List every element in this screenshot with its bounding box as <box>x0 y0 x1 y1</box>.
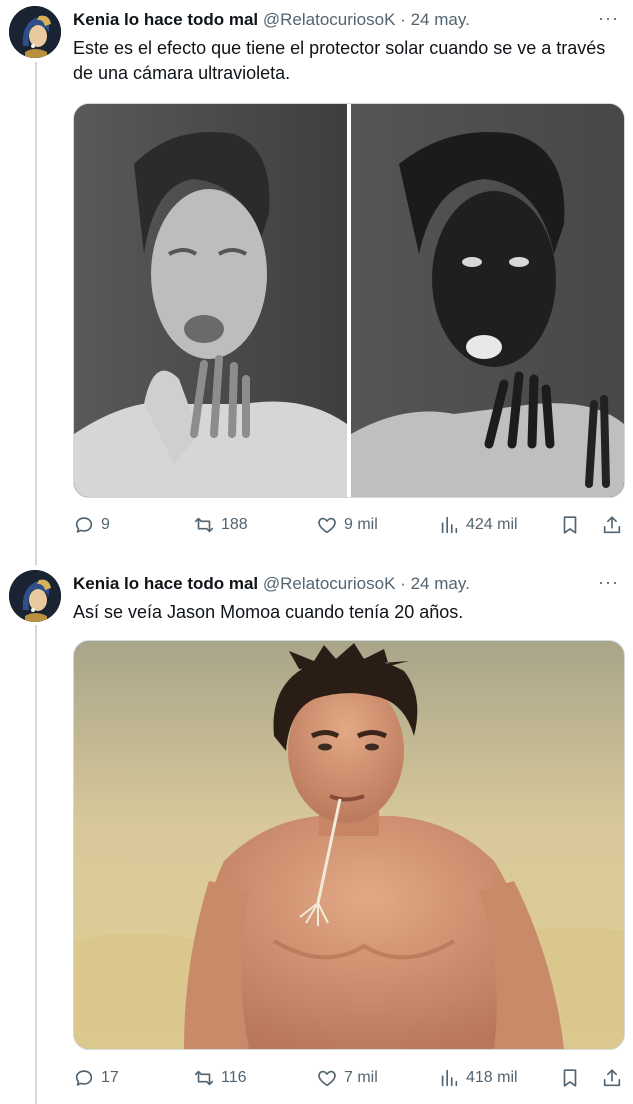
author-handle[interactable]: @RelatocuriosoK <box>263 574 396 593</box>
views-button[interactable]: 424 mil <box>438 514 518 536</box>
more-icon[interactable]: ··· <box>598 8 619 29</box>
bookmark-button[interactable] <box>559 514 581 536</box>
avatar[interactable] <box>9 6 61 58</box>
tweet-date[interactable]: 24 may. <box>411 10 470 29</box>
repost-count: 116 <box>221 1069 247 1086</box>
uv-comparison-image <box>74 104 624 497</box>
views-icon <box>441 1069 458 1087</box>
share-icon <box>603 1069 621 1087</box>
repost-count: 188 <box>221 516 248 533</box>
reply-count: 9 <box>101 516 110 533</box>
tweet-date[interactable]: 24 may. <box>411 574 470 593</box>
avatar-image <box>9 6 61 58</box>
reply-icon <box>75 517 93 533</box>
avatar-image <box>9 570 61 622</box>
share-button[interactable] <box>601 1067 623 1089</box>
like-icon <box>318 1070 336 1087</box>
views-button[interactable]: 418 mil <box>438 1067 518 1089</box>
repost-icon <box>194 517 214 533</box>
author-name[interactable]: Kenia lo hace todo mal <box>73 10 258 29</box>
views-icon <box>441 516 458 534</box>
author-name[interactable]: Kenia lo hace todo mal <box>73 574 258 593</box>
tweet-media[interactable] <box>73 640 625 1050</box>
reply-icon <box>75 1070 93 1086</box>
like-button[interactable]: 9 mil <box>316 514 378 536</box>
reply-count: 17 <box>101 1069 119 1086</box>
repost-icon <box>194 1070 214 1086</box>
more-icon[interactable]: ··· <box>598 572 619 593</box>
tweet-header: Kenia lo hace todo mal @RelatocuriosoK ·… <box>73 9 470 31</box>
tweet[interactable]: Kenia lo hace todo mal @RelatocuriosoK ·… <box>0 0 633 560</box>
views-count: 424 mil <box>466 516 518 533</box>
avatar[interactable] <box>9 570 61 622</box>
repost-button[interactable]: 188 <box>193 514 248 536</box>
author-handle[interactable]: @RelatocuriosoK <box>263 10 396 29</box>
tweet-actions: 17 116 7 mil 418 mil <box>73 1067 627 1091</box>
like-icon <box>318 517 336 534</box>
bookmark-icon <box>563 1069 577 1087</box>
separator: · <box>400 574 406 593</box>
reply-button[interactable]: 17 <box>73 1067 119 1089</box>
views-count: 418 mil <box>466 1069 518 1086</box>
like-count: 9 mil <box>344 516 378 533</box>
like-button[interactable]: 7 mil <box>316 1067 378 1089</box>
tweet-actions: 9 188 9 mil 424 mil <box>73 514 627 538</box>
reply-button[interactable]: 9 <box>73 514 110 536</box>
tweet-media[interactable] <box>73 103 625 498</box>
bookmark-icon <box>563 516 577 534</box>
tweet[interactable]: Kenia lo hace todo mal @RelatocuriosoK ·… <box>0 566 633 1104</box>
share-button[interactable] <box>601 514 623 536</box>
portrait-image <box>74 641 624 1049</box>
tweet-text: Este es el efecto que tiene el protector… <box>73 38 606 83</box>
repost-button[interactable]: 116 <box>193 1067 247 1089</box>
tweet-header: Kenia lo hace todo mal @RelatocuriosoK ·… <box>73 573 470 595</box>
separator: · <box>400 10 406 29</box>
bookmark-button[interactable] <box>559 1067 581 1089</box>
tweet-text: Así se veía Jason Momoa cuando tenía 20 … <box>73 602 464 622</box>
like-count: 7 mil <box>344 1069 378 1086</box>
share-icon <box>603 516 621 534</box>
